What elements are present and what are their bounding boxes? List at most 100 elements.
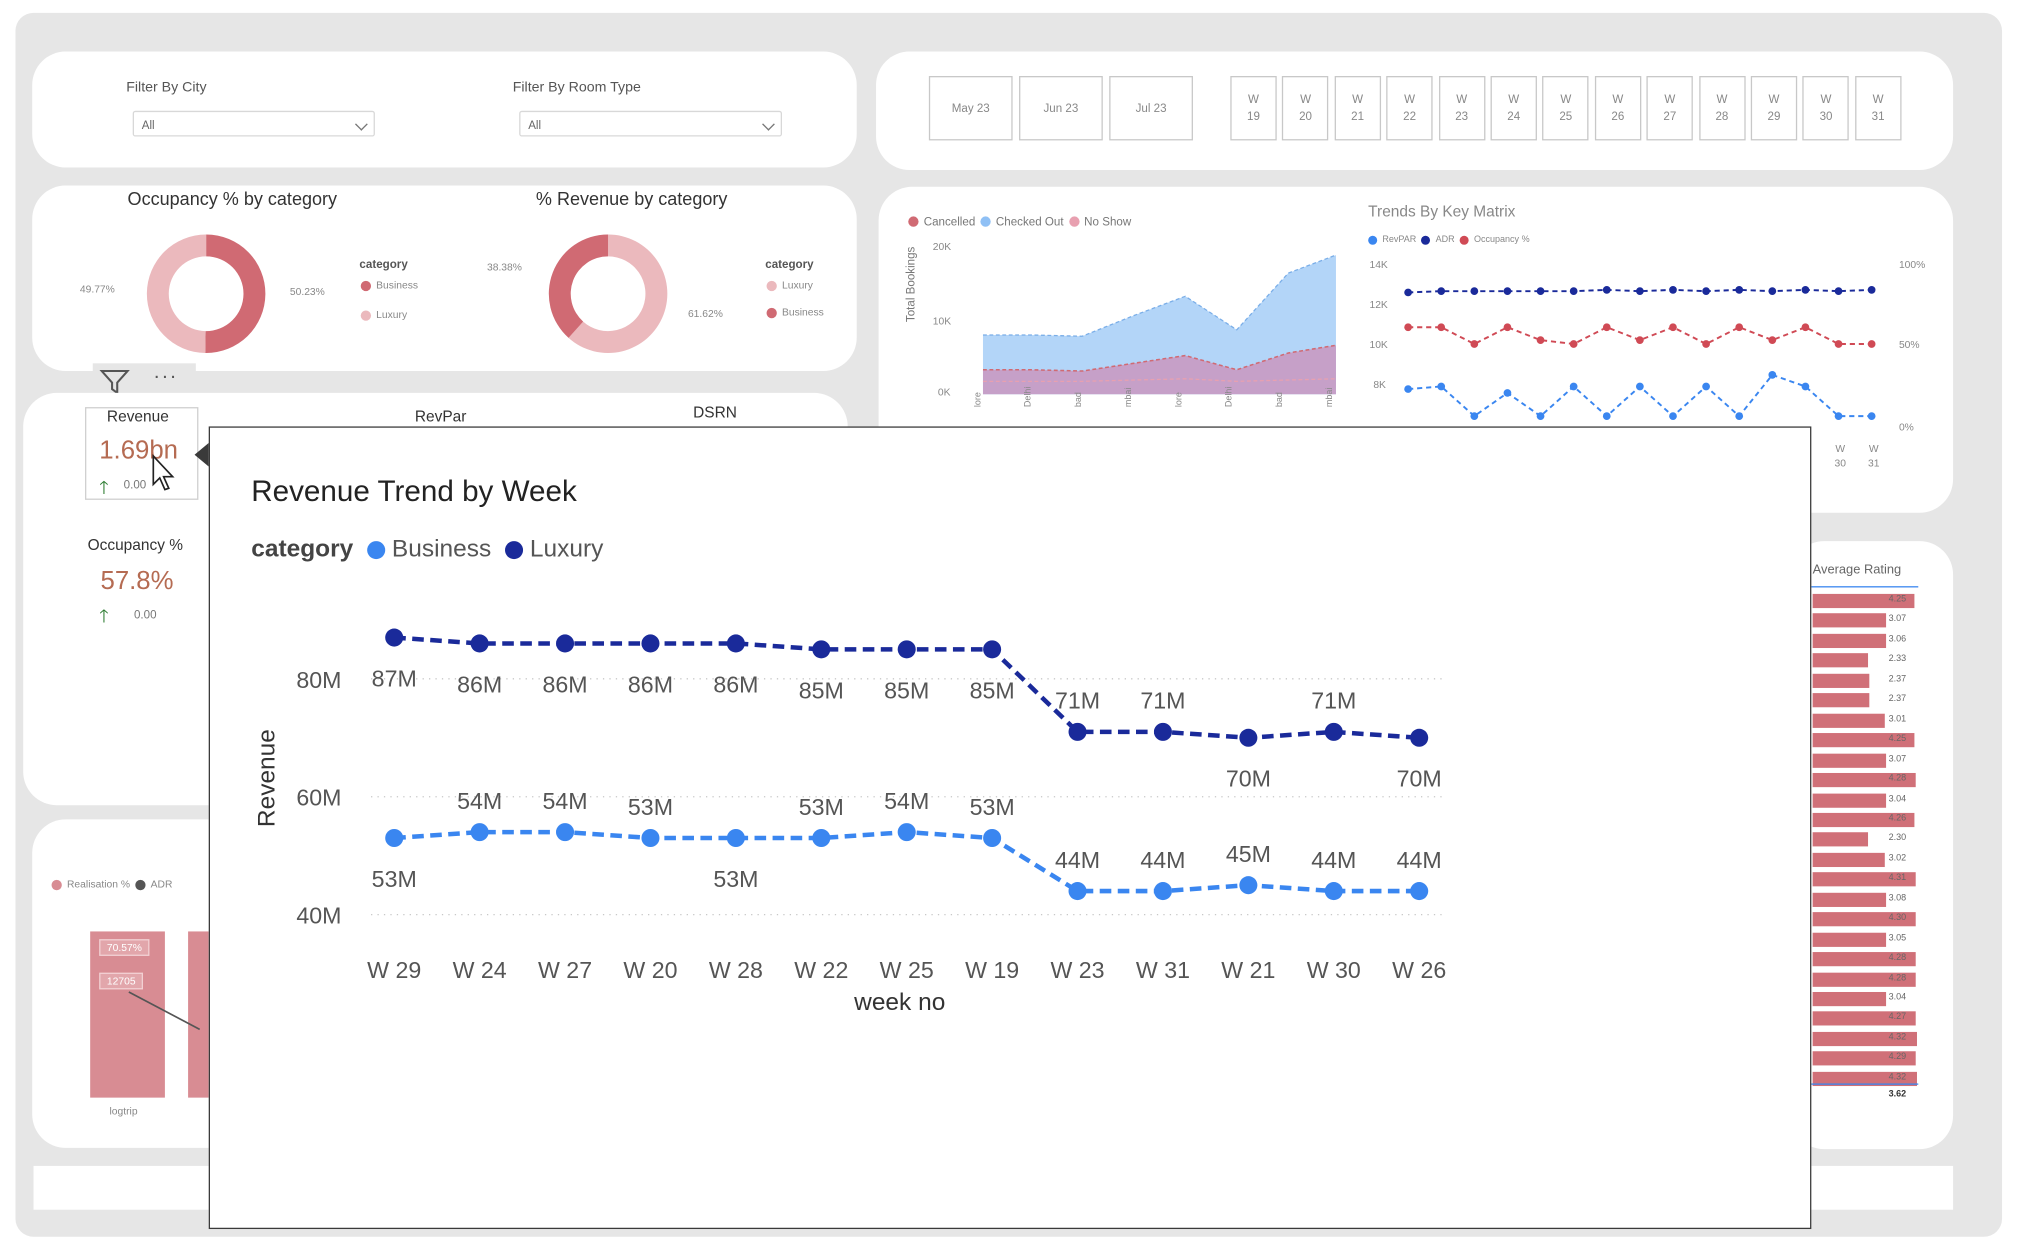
occupancy-point[interactable]: [1437, 323, 1446, 332]
realisation-legend[interactable]: Realisation % ADR: [51, 879, 173, 890]
rating-bar[interactable]: [1812, 673, 1870, 688]
week-button[interactable]: W 25: [1542, 76, 1589, 141]
adr-point[interactable]: [1735, 286, 1744, 294]
occupancy-point[interactable]: [1801, 323, 1810, 332]
adr-point[interactable]: [1768, 287, 1777, 296]
business-data-point[interactable]: [726, 828, 745, 848]
business-data-point[interactable]: [812, 828, 831, 848]
occupancy-point[interactable]: [1768, 336, 1777, 344]
business-data-point[interactable]: [470, 823, 489, 842]
revenue-donut-chart[interactable]: [541, 227, 675, 361]
business-data-point[interactable]: [1239, 876, 1258, 895]
occupancy-point[interactable]: [1702, 340, 1710, 348]
luxury-data-point[interactable]: [1153, 722, 1172, 741]
luxury-data-point[interactable]: [556, 634, 575, 653]
rating-bar[interactable]: [1812, 693, 1870, 708]
business-data-point[interactable]: [556, 823, 575, 842]
revpar-point[interactable]: [1867, 412, 1876, 420]
revpar-point[interactable]: [1470, 412, 1479, 420]
luxury-data-point[interactable]: [1410, 728, 1429, 747]
room-type-filter-dropdown[interactable]: All: [519, 110, 782, 137]
occupancy-donut-chart[interactable]: [139, 227, 273, 361]
luxury-data-point[interactable]: [726, 634, 745, 653]
occupancy-point[interactable]: [1636, 336, 1644, 344]
adr-point[interactable]: [1536, 287, 1545, 296]
luxury-data-point[interactable]: [1068, 722, 1087, 741]
luxury-data-point[interactable]: [641, 634, 660, 653]
revenue-legend-business[interactable]: Business: [766, 307, 824, 318]
revenue-trend-chart[interactable]: 40M 60M 80M W 29 W 24 W 27 W 20 W 28 W 22 W 25 W 1…: [210, 428, 1807, 1227]
occupancy-legend-business[interactable]: Business: [360, 280, 418, 291]
revpar-point[interactable]: [1636, 382, 1644, 391]
occupancy-point[interactable]: [1834, 340, 1843, 348]
month-button-may[interactable]: May 23: [928, 76, 1013, 141]
rating-bar[interactable]: [1812, 932, 1886, 947]
luxury-data-point[interactable]: [1324, 722, 1343, 741]
business-data-point[interactable]: [1410, 882, 1429, 901]
occupancy-legend-luxury[interactable]: Luxury: [360, 309, 407, 321]
ratings-column-header[interactable]: Average Rating: [1813, 563, 1902, 577]
adr-point[interactable]: [1834, 287, 1843, 296]
rating-bar[interactable]: [1812, 753, 1887, 768]
business-data-point[interactable]: [1068, 882, 1087, 901]
occupancy-point[interactable]: [1669, 323, 1677, 332]
revpar-point[interactable]: [1536, 412, 1545, 420]
rating-bar[interactable]: [1812, 832, 1868, 847]
luxury-data-point[interactable]: [470, 634, 489, 653]
revpar-point[interactable]: [1437, 382, 1446, 391]
occupancy-point[interactable]: [1569, 340, 1578, 348]
adr-point[interactable]: [1569, 287, 1578, 296]
adr-point[interactable]: [1470, 287, 1479, 296]
month-button-jun[interactable]: Jun 23: [1019, 76, 1103, 141]
adr-point[interactable]: [1669, 286, 1677, 294]
adr-point[interactable]: [1404, 288, 1412, 297]
rating-bar[interactable]: [1812, 653, 1869, 668]
occupancy-point[interactable]: [1404, 323, 1412, 332]
bookings-legend[interactable]: Cancelled Checked Out No Show: [908, 215, 1131, 228]
trends-line-chart[interactable]: [1398, 277, 1888, 432]
revpar-point[interactable]: [1602, 412, 1611, 420]
luxury-data-point[interactable]: [1239, 728, 1258, 747]
occupancy-point[interactable]: [1867, 340, 1876, 348]
week-button[interactable]: W 31: [1854, 76, 1902, 141]
revpar-point[interactable]: [1669, 412, 1677, 420]
bookings-area-chart[interactable]: [979, 245, 1340, 400]
luxury-data-point[interactable]: [897, 640, 916, 659]
donut-slice[interactable]: [548, 234, 609, 338]
week-button[interactable]: W 19: [1230, 76, 1277, 141]
revpar-point[interactable]: [1768, 371, 1777, 379]
occupancy-point[interactable]: [1470, 340, 1479, 348]
revpar-point[interactable]: [1801, 382, 1810, 391]
week-button[interactable]: W 27: [1646, 76, 1694, 141]
adr-point[interactable]: [1602, 286, 1611, 294]
revpar-point[interactable]: [1569, 382, 1578, 391]
adr-point[interactable]: [1636, 287, 1644, 296]
revpar-point[interactable]: [1404, 385, 1412, 393]
week-button[interactable]: W 30: [1802, 76, 1850, 141]
trends-legend[interactable]: RevPAR ADR Occupancy %: [1368, 235, 1530, 245]
rating-bar[interactable]: [1812, 713, 1885, 728]
week-button[interactable]: W 23: [1438, 76, 1485, 141]
donut-slice[interactable]: [146, 234, 207, 353]
week-button[interactable]: W 26: [1594, 76, 1642, 141]
luxury-data-point[interactable]: [983, 640, 1002, 659]
week-button[interactable]: W 22: [1386, 76, 1433, 141]
city-filter-dropdown[interactable]: All: [132, 110, 375, 137]
adr-point[interactable]: [1801, 286, 1810, 294]
occupancy-point[interactable]: [1602, 323, 1611, 332]
business-data-point[interactable]: [897, 823, 916, 842]
luxury-data-point[interactable]: [812, 640, 831, 659]
occupancy-point[interactable]: [1503, 323, 1512, 332]
occupancy-point[interactable]: [1536, 336, 1545, 344]
week-button[interactable]: W 21: [1334, 76, 1381, 141]
week-button[interactable]: W 20: [1282, 76, 1329, 141]
rating-bar[interactable]: [1812, 613, 1887, 628]
week-button[interactable]: W 28: [1698, 76, 1746, 141]
adr-point[interactable]: [1437, 287, 1446, 296]
filter-icon[interactable]: [99, 367, 130, 395]
business-data-point[interactable]: [385, 828, 404, 848]
adr-point[interactable]: [1503, 287, 1512, 296]
revenue-legend-luxury[interactable]: Luxury: [766, 280, 813, 291]
rating-bar[interactable]: [1812, 792, 1886, 808]
business-data-point[interactable]: [1324, 882, 1343, 901]
